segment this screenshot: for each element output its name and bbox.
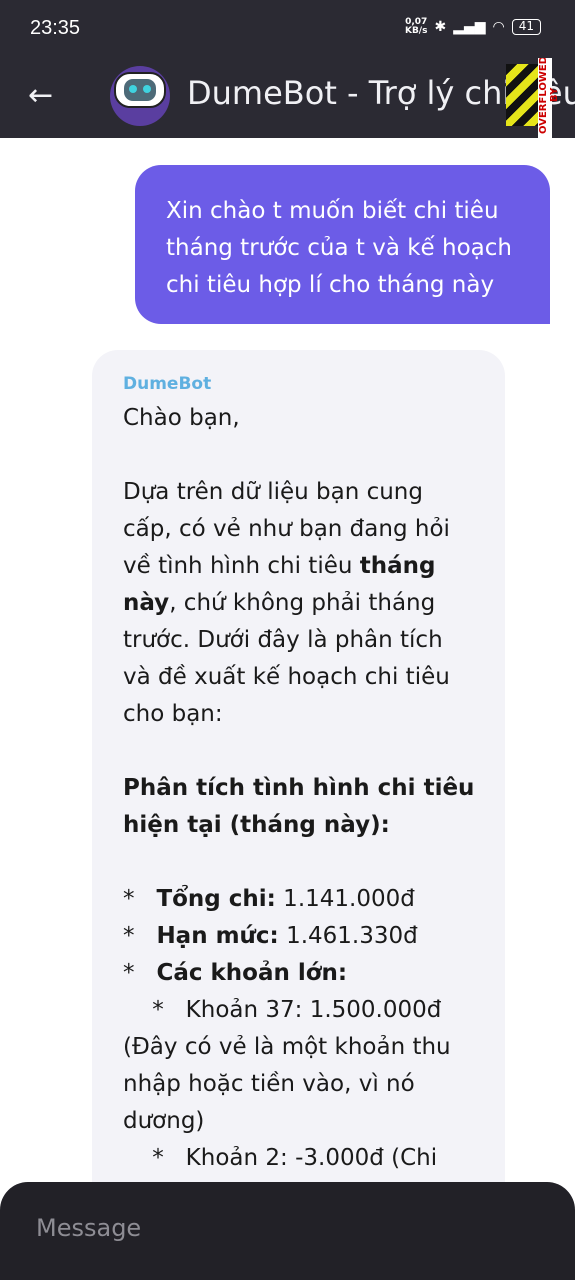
bot-message-line: * Tổng chi: 1.141.000đ — [123, 881, 485, 918]
speed-unit: KB/s — [404, 26, 428, 36]
wifi-icon: ◠ — [492, 19, 505, 35]
bot-message-line: cho bạn: — [123, 696, 485, 733]
text-segment: 1.141.000đ — [275, 886, 415, 912]
bot-message-line: (Đây có vẻ là một khoản thu — [123, 1029, 485, 1066]
bot-message-line — [123, 733, 485, 770]
text-segment: * Khoản 2: -3.000đ (Chi — [123, 1145, 438, 1171]
signal-icon: ▂▄▆ — [453, 19, 486, 35]
text-segment: tháng — [359, 553, 436, 579]
text-segment: về tình hình chi tiêu — [123, 553, 360, 579]
text-segment: * — [123, 923, 157, 949]
bot-message-line: và đề xuất kế hoạch chi tiêu — [123, 659, 485, 696]
back-arrow-icon[interactable]: ← — [28, 78, 53, 113]
user-message-bubble: Xin chào t muốn biết chi tiêu tháng trướ… — [135, 165, 550, 324]
app-header: ← DumeBot - Trợ lý chi tiêu OVERFLOWED B… — [0, 58, 575, 138]
bot-message-line: về tình hình chi tiêu tháng — [123, 548, 485, 585]
user-message-line: Xin chào t muốn biết chi tiêu — [166, 198, 499, 224]
text-segment: , chứ không phải tháng — [169, 590, 436, 616]
text-segment: Phân tích tình hình chi tiêu — [123, 775, 475, 801]
bot-message-line: trước. Dưới đây là phân tích — [123, 622, 485, 659]
network-speed: 0,07 KB/s — [405, 18, 427, 36]
text-segment: cấp, có vẻ như bạn đang hỏi — [123, 516, 450, 542]
status-icons: 0,07 KB/s ✱ ▂▄▆ ◠ 41 — [405, 18, 541, 36]
overflow-warning-stripes — [506, 64, 538, 126]
user-message-line: chi tiêu hợp lí cho tháng này — [166, 272, 495, 298]
text-segment: * — [123, 960, 157, 986]
bot-message-line: cấp, có vẻ như bạn đang hỏi — [123, 511, 485, 548]
bot-message-line: hiện tại (tháng này): — [123, 807, 485, 844]
text-segment: * Khoản 37: 1.500.000đ — [123, 997, 442, 1023]
bot-message-text: Chào bạn, Dựa trên dữ liệu bạn cung cấp, c… — [123, 400, 485, 1177]
bot-message-line: * Khoản 37: 1.500.000đ — [123, 992, 485, 1029]
text-segment: * — [123, 886, 157, 912]
text-segment: Hạn mức: — [156, 923, 279, 949]
bot-message-line: Chào bạn, — [123, 400, 485, 437]
text-segment: cho bạn: — [123, 701, 223, 727]
text-segment: Tổng chi: — [156, 886, 276, 912]
text-segment: (Đây có vẻ là một khoản thu — [123, 1034, 451, 1060]
bot-message-line: * Hạn mức: 1.461.330đ — [123, 918, 485, 955]
text-segment: Các khoản lớn: — [156, 960, 348, 986]
bot-message-line: * Các khoản lớn: — [123, 955, 485, 992]
bot-message-line: Dựa trên dữ liệu bạn cung — [123, 474, 485, 511]
text-segment: hiện tại (tháng này): — [123, 812, 390, 838]
text-segment: và đề xuất kế hoạch chi tiêu — [123, 664, 450, 690]
bot-message-line — [123, 437, 485, 474]
battery-icon: 41 — [511, 19, 541, 35]
bot-message-line: dương) — [123, 1103, 485, 1140]
bot-avatar — [110, 66, 170, 126]
bot-message-line: này, chứ không phải tháng — [123, 585, 485, 622]
text-segment: trước. Dưới đây là phân tích — [123, 627, 443, 653]
bot-message-line — [123, 844, 485, 881]
bot-message-line: nhập hoặc tiền vào, vì nó — [123, 1066, 485, 1103]
bot-message-line: * Khoản 2: -3.000đ (Chi — [123, 1140, 485, 1177]
user-message-line: tháng trước của t và kế hoạch — [166, 235, 512, 261]
sender-name: DumeBot — [123, 374, 212, 394]
message-input[interactable] — [36, 1214, 536, 1242]
clock: 23:35 — [30, 17, 81, 39]
bluetooth-icon: ✱ — [434, 19, 447, 35]
text-segment: 1.461.330đ — [278, 923, 418, 949]
message-composer — [0, 1182, 575, 1280]
bot-message-bubble: DumeBot Chào bạn, Dựa trên dữ liệu bạn cu… — [92, 350, 505, 1250]
text-segment: này — [123, 590, 170, 616]
text-segment: Dựa trên dữ liệu bạn cung — [123, 479, 423, 505]
status-bar: 23:35 0,07 KB/s ✱ ▂▄▆ ◠ 41 — [0, 0, 575, 58]
text-segment: Chào bạn, — [123, 405, 240, 431]
bot-message-line: Phân tích tình hình chi tiêu — [123, 770, 485, 807]
text-segment: nhập hoặc tiền vào, vì nó — [123, 1071, 415, 1097]
text-segment: dương) — [123, 1108, 205, 1134]
overflow-warning-label: OVERFLOWED BY — [538, 58, 560, 138]
